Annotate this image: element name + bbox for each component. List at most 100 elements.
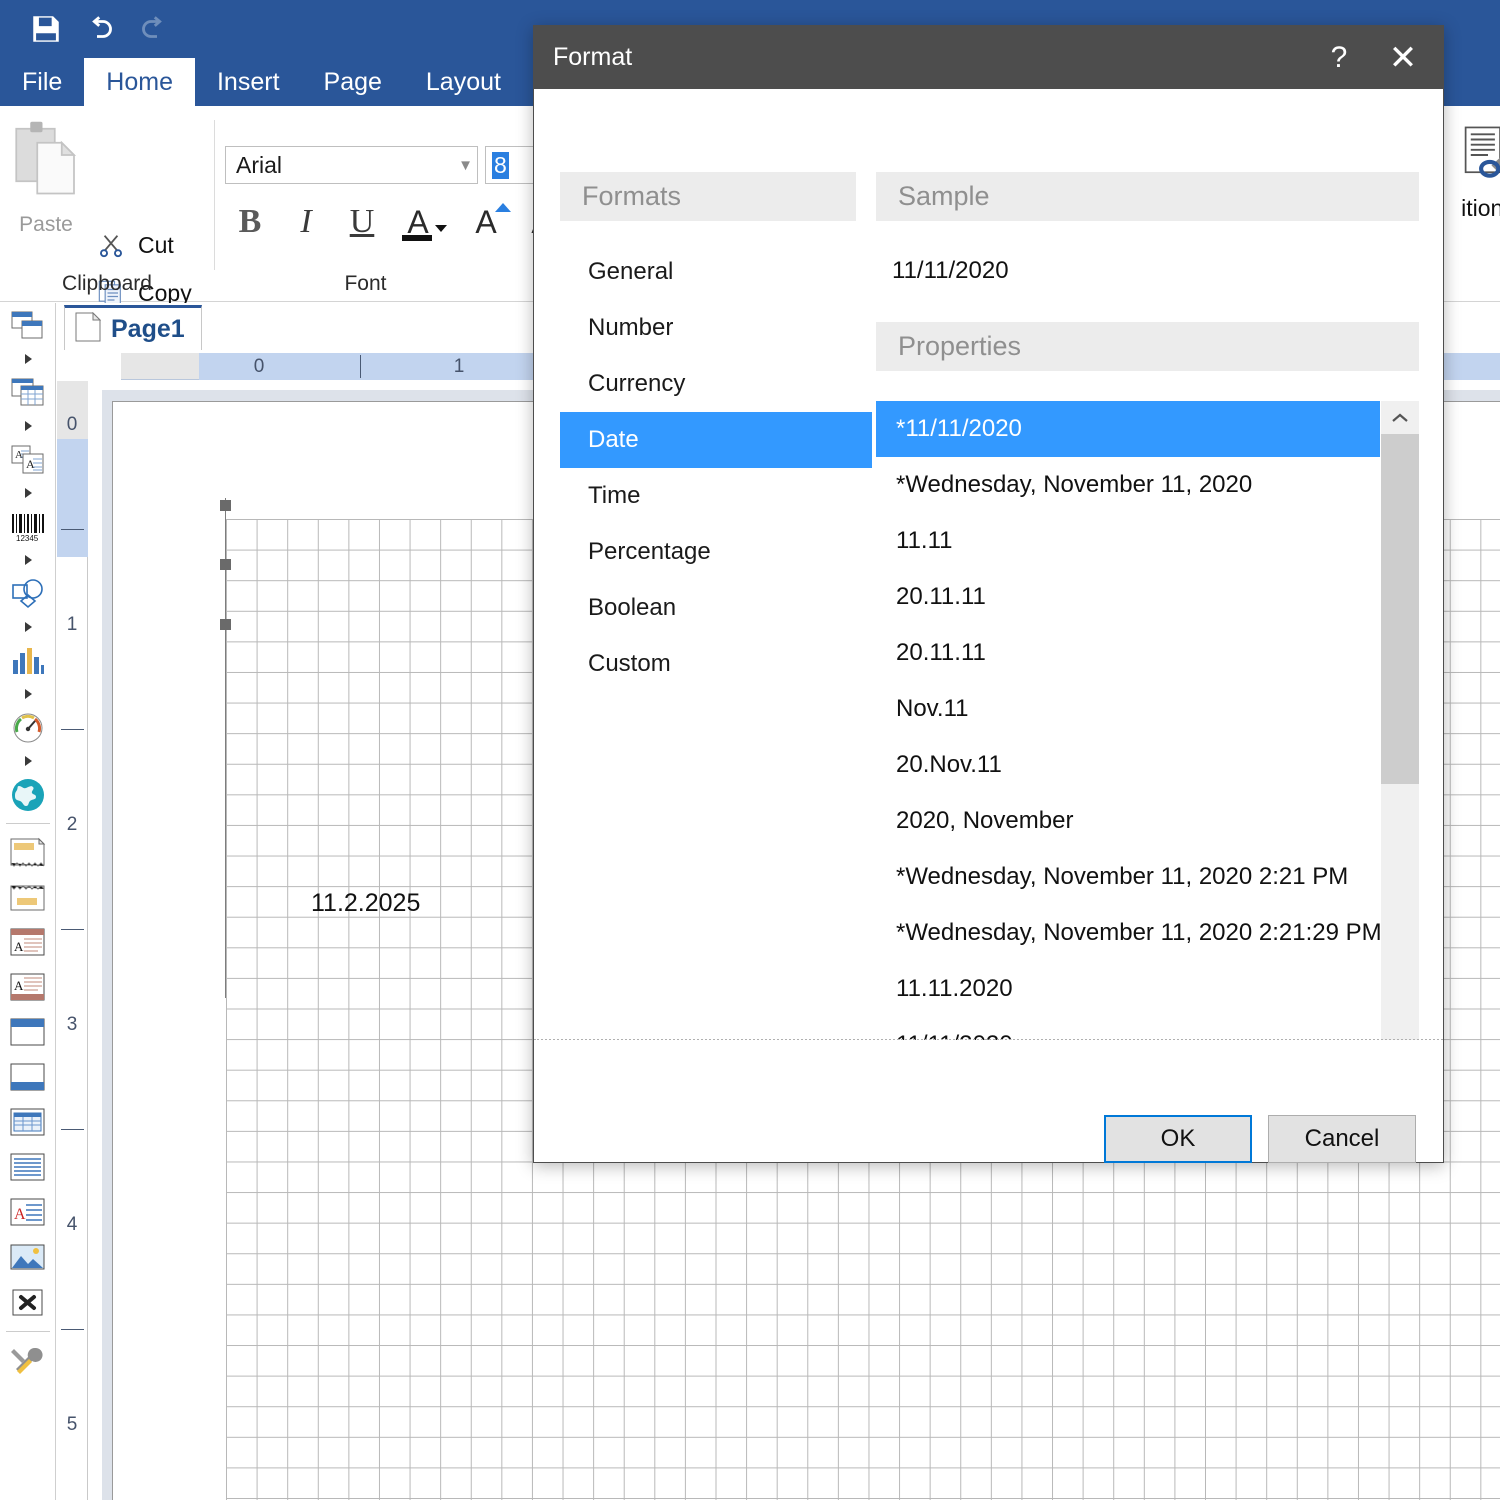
property-item[interactable]: 20.11.11	[876, 625, 1380, 681]
tab-layout[interactable]: Layout	[404, 58, 523, 106]
selection-handle-top	[220, 500, 231, 511]
barcode-icon[interactable]: 12345	[0, 504, 56, 549]
tab-file[interactable]: File	[0, 58, 84, 106]
lines-band-icon[interactable]	[0, 1145, 56, 1190]
format-item-boolean[interactable]: Boolean	[560, 580, 872, 636]
page-tab-label: Page1	[111, 314, 185, 343]
date-field-text[interactable]: 11.2.2025	[311, 889, 420, 918]
property-item[interactable]: *11/11/2020	[876, 401, 1380, 457]
table-dropdown-arrow[interactable]	[0, 415, 56, 437]
property-item[interactable]: Nov.11	[876, 681, 1380, 737]
shapes-icon[interactable]	[0, 571, 56, 616]
grow-font-button[interactable]: A	[463, 198, 511, 246]
tools-icon[interactable]	[0, 1338, 56, 1383]
redo-icon[interactable]	[134, 9, 174, 49]
format-item-percentage[interactable]: Percentage	[560, 524, 872, 580]
vruler-mark	[61, 1129, 84, 1130]
property-label: *11/11/2020	[896, 415, 1022, 442]
property-label: 11.11.2020	[896, 975, 1013, 1002]
ok-label: OK	[1160, 1125, 1196, 1152]
page-footer-icon[interactable]	[0, 875, 56, 920]
property-item[interactable]: *Wednesday, November 11, 2020 2:21 PM	[876, 849, 1380, 905]
close-icon[interactable]: ✕	[1371, 26, 1435, 89]
toolbar-divider	[6, 823, 50, 824]
vruler-mark	[61, 1329, 84, 1330]
format-item-custom[interactable]: Custom	[560, 636, 872, 692]
page-header-icon[interactable]	[0, 830, 56, 875]
cut-button[interactable]: Cut	[96, 230, 174, 260]
picture-icon[interactable]	[0, 1235, 56, 1280]
globe-icon[interactable]	[0, 772, 56, 817]
format-item-date[interactable]: Date	[560, 412, 872, 468]
property-item[interactable]: *Wednesday, November 11, 2020 2:21:29 PM	[876, 905, 1382, 961]
chevron-down-icon[interactable]	[435, 225, 447, 232]
vertical-ruler-active-range	[57, 439, 88, 557]
format-item-time[interactable]: Time	[560, 468, 872, 524]
cancel-button[interactable]: Cancel	[1268, 1115, 1416, 1163]
report-header-icon[interactable]	[0, 1010, 56, 1055]
tab-page[interactable]: Page	[302, 58, 404, 106]
dialog-title-bar[interactable]: Format ? ✕	[534, 26, 1443, 89]
property-item[interactable]: 2020, November	[876, 793, 1380, 849]
chevron-down-icon[interactable]: ▼	[458, 157, 473, 174]
shapes-dropdown-arrow[interactable]	[0, 616, 56, 638]
group-footer-icon[interactable]: A	[0, 965, 56, 1010]
scissors-icon	[96, 230, 126, 260]
format-item-general[interactable]: General	[560, 244, 872, 300]
table-icon[interactable]	[0, 370, 56, 415]
close-glyph: ✕	[1388, 38, 1418, 77]
tab-layout-label: Layout	[425, 67, 501, 96]
conditions-button[interactable]: itions	[1438, 124, 1500, 222]
properties-listbox[interactable]: *11/11/2020 *Wednesday, November 11, 202…	[876, 401, 1419, 1099]
bold-button[interactable]: B	[227, 198, 273, 246]
sample-value: 11/11/2020	[892, 257, 1009, 284]
property-item[interactable]: 11.11	[876, 513, 1380, 569]
windows-icon[interactable]	[0, 303, 56, 348]
formats-list[interactable]: General Number Currency Date Time Percen…	[560, 244, 872, 692]
properties-scrollbar[interactable]	[1381, 401, 1419, 1099]
bar-chart-icon[interactable]	[0, 638, 56, 683]
chart-dropdown-arrow[interactable]	[0, 683, 56, 705]
report-footer-icon[interactable]	[0, 1055, 56, 1100]
vertical-ruler[interactable]: 0 1 2 3 4 5	[57, 381, 88, 1500]
text-block-icon[interactable]: AA	[0, 437, 56, 482]
tab-page-label: Page	[323, 67, 382, 96]
help-icon[interactable]: ?	[1307, 26, 1371, 89]
group-header-icon[interactable]: A	[0, 920, 56, 965]
property-item[interactable]: 11.11.2020	[876, 961, 1380, 1017]
page-tab-page1[interactable]: Page1	[64, 305, 202, 350]
tab-insert[interactable]: Insert	[195, 58, 302, 106]
vruler-mark	[61, 529, 84, 530]
scroll-up-icon[interactable]	[1381, 401, 1419, 434]
italic-button[interactable]: I	[283, 198, 329, 246]
format-item-currency[interactable]: Currency	[560, 356, 872, 412]
windows-dropdown-arrow[interactable]	[0, 348, 56, 370]
dialog-body: Formats Sample Properties General Number…	[534, 89, 1443, 1102]
cross-band-icon[interactable]	[0, 1280, 56, 1325]
save-icon[interactable]	[26, 9, 66, 49]
ok-button[interactable]: OK	[1104, 1115, 1252, 1163]
gauge-icon[interactable]	[0, 705, 56, 750]
property-label: 20.Nov.11	[896, 751, 1002, 778]
conditions-label: itions	[1461, 195, 1500, 221]
property-label: *Wednesday, November 11, 2020	[896, 471, 1253, 498]
text-dropdown-arrow[interactable]	[0, 482, 56, 504]
paste-button[interactable]: Paste	[10, 120, 82, 248]
underline-button[interactable]: U	[339, 198, 385, 246]
barcode-dropdown-arrow[interactable]	[0, 549, 56, 571]
property-item[interactable]: 20.Nov.11	[876, 737, 1380, 793]
text-band-icon[interactable]: A	[0, 1190, 56, 1235]
undo-icon[interactable]	[80, 9, 120, 49]
format-item-number[interactable]: Number	[560, 300, 872, 356]
detail-band-icon[interactable]	[0, 1100, 56, 1145]
scrollbar-thumb[interactable]	[1381, 434, 1419, 784]
font-color-button[interactable]: A	[395, 198, 447, 246]
clipboard-group-label: Clipboard	[62, 272, 152, 295]
tab-file-label: File	[22, 67, 63, 96]
property-item[interactable]: *Wednesday, November 11, 2020	[876, 457, 1380, 513]
property-item[interactable]: 20.11.11	[876, 569, 1380, 625]
tab-home[interactable]: Home	[84, 58, 195, 106]
gauge-dropdown-arrow[interactable]	[0, 750, 56, 772]
font-name-input[interactable]: Arial ▼	[225, 146, 478, 184]
quick-access-toolbar	[0, 0, 174, 58]
